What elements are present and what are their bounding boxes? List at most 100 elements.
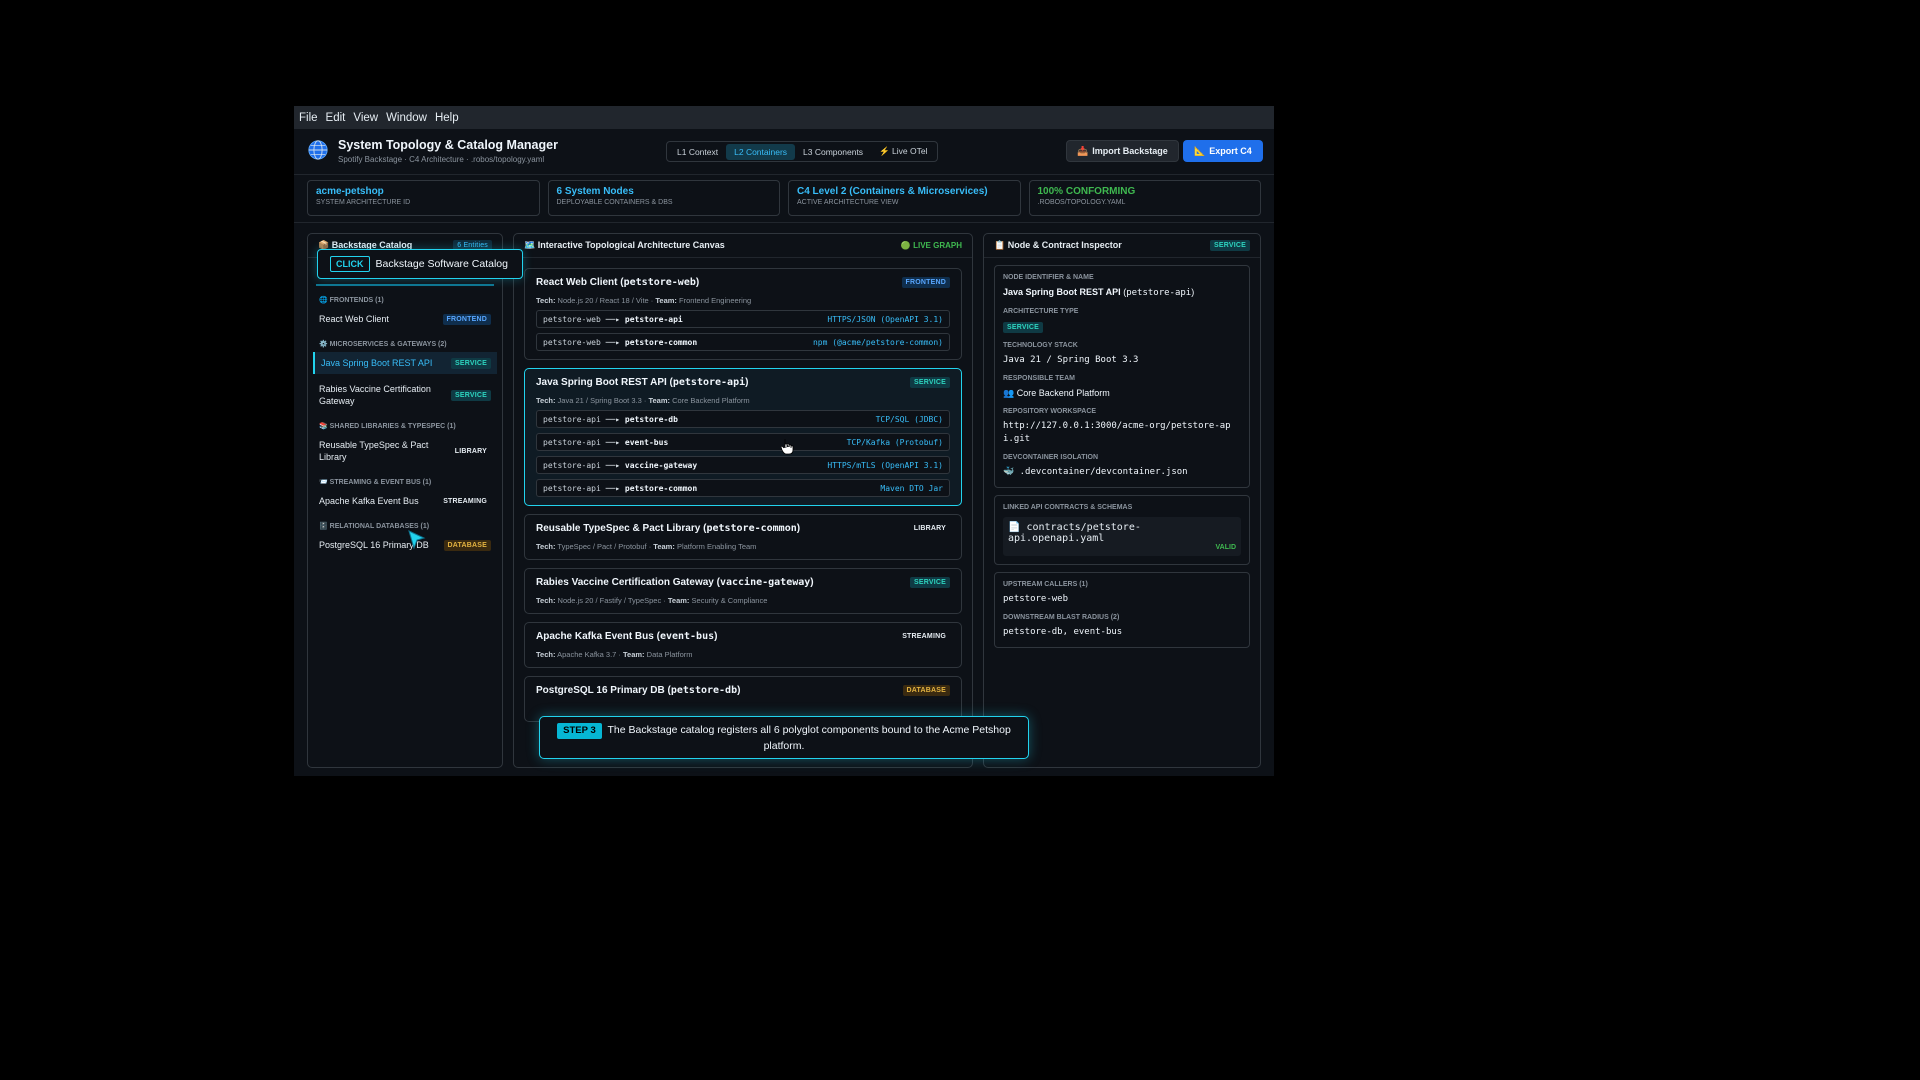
downstream-value: petstore-db, event-bus [1003, 627, 1123, 637]
node-badge: DATABASE [902, 685, 950, 696]
team-value: Core Backend Platform [672, 396, 750, 405]
node-title: Rabies Vaccine Certification Gateway (va… [536, 577, 814, 588]
tech-value: Node.js 20 / Fastify / TypeSpec [557, 596, 662, 605]
menu-file[interactable]: File [299, 112, 318, 124]
team-value: Data Platform [646, 650, 693, 659]
app-header: System Topology & Catalog Manager Spotif… [294, 129, 1274, 174]
catalog-item-spring-boot-api[interactable]: Java Spring Boot REST API SERVICE [313, 352, 497, 374]
node-card-petstore-web[interactable]: React Web Client (petstore-web) FRONTEND… [524, 268, 962, 360]
edge-target: petstore-common [624, 337, 698, 347]
edge-row[interactable]: petstore-web ──▸ petstore-api HTTPS/JSON … [536, 310, 950, 328]
export-label: Export C4 [1209, 146, 1252, 156]
edge-target: event-bus [624, 437, 669, 447]
menu-bar: File Edit View Window Help [294, 106, 1274, 129]
contract-item[interactable]: 📄 contracts/petstore-api.openapi.yaml VA… [1003, 517, 1241, 556]
click-tag: CLICK [330, 256, 370, 272]
edge-row[interactable]: petstore-api ──▸ vaccine-gateway HTTPS/mT… [536, 456, 950, 474]
group-libraries: 📚 SHARED LIBRARIES & TYPESPEC (1) [319, 423, 456, 430]
tech-stack-label: Technology Stack [1003, 342, 1078, 349]
export-c4-button[interactable]: 📐 Export C4 [1183, 140, 1263, 162]
step-caption: STEP 3 The Backstage catalog registers a… [539, 716, 1029, 759]
node-card-vaccine-gateway[interactable]: Rabies Vaccine Certification Gateway (va… [524, 568, 962, 614]
arrow-icon: ──▸ [605, 314, 621, 324]
arch-type-label: Architecture Type [1003, 308, 1079, 315]
edge-source: petstore-web [543, 314, 601, 324]
devcontainer-value: 🐳 .devcontainer/devcontainer.json [1003, 467, 1188, 477]
node-tech: Tech: Apache Kafka 3.7 · Team: Data Plat… [536, 650, 693, 659]
edge-protocol: npm (@acme/petstore-common) [812, 337, 943, 347]
edge-protocol: Maven DTO Jar [880, 483, 943, 493]
header-divider [294, 174, 1274, 175]
globe-icon [308, 140, 328, 160]
arrow-icon: ──▸ [605, 437, 621, 447]
edge-source: petstore-api [543, 414, 601, 424]
tech-value: Java 21 / Spring Boot 3.3 [557, 396, 642, 405]
node-id: petstore-common [706, 523, 797, 534]
arrow-icon: ──▸ [605, 483, 621, 493]
menu-view[interactable]: View [353, 112, 378, 124]
item-name: React Web Client [319, 314, 389, 324]
catalog-item-postgresql[interactable]: PostgreSQL 16 Primary DB DATABASE [308, 534, 502, 556]
app-title: System Topology & Catalog Manager [338, 138, 558, 152]
inspector-type-badge: SERVICE [1209, 240, 1250, 251]
item-name: Reusable TypeSpec & Pact Library [319, 440, 429, 462]
item-name: Java Spring Boot REST API [321, 358, 433, 368]
edge-target: petstore-db [624, 414, 678, 424]
catalog-item-kafka-event-bus[interactable]: Apache Kafka Event Bus STREAMING [308, 490, 502, 512]
node-name-label: Node Identifier & Name [1003, 274, 1094, 281]
node-name-value: Java Spring Boot REST API (petstore-api) [1003, 287, 1195, 298]
stats-bar: acme-petshop System Architecture ID 6 Sy… [307, 180, 1261, 216]
item-badge: LIBRARY [454, 447, 487, 455]
inspector-header: 📋 Node & Contract Inspector SERVICE [984, 234, 1260, 258]
node-card-petstore-api[interactable]: Java Spring Boot REST API (petstore-api)… [524, 368, 962, 506]
team-value: Security & Compliance [691, 596, 768, 605]
catalog-item-typespec-library[interactable]: Reusable TypeSpec & Pact Library LIBRARY [308, 434, 502, 468]
stat-label: Active Architecture View [797, 199, 899, 206]
menu-window[interactable]: Window [386, 112, 427, 124]
team-label: Responsible Team [1003, 375, 1075, 382]
contracts-section: Linked API Contracts & Schemas 📄 contrac… [994, 495, 1250, 565]
node-badge: LIBRARY [913, 525, 946, 532]
catalog-item-vaccine-gateway[interactable]: Rabies Vaccine Certification Gateway SER… [308, 378, 502, 412]
import-label: Import Backstage [1092, 146, 1168, 156]
stat-value: 100% CONFORMING [1037, 186, 1136, 197]
repo-label: Repository Workspace [1003, 408, 1097, 415]
topology-canvas: 🗺️ Interactive Topological Architecture … [513, 233, 973, 768]
tab-live-otel[interactable]: ⚡ Live OTel [871, 143, 935, 160]
edge-source: petstore-api [543, 437, 601, 447]
edge-row[interactable]: petstore-api ──▸ petstore-db TCP/SQL (JDB… [536, 410, 950, 428]
node-title: React Web Client (petstore-web) [536, 277, 700, 288]
upstream-label: Upstream Callers (1) [1003, 581, 1088, 588]
menu-edit[interactable]: Edit [326, 112, 346, 124]
tab-l2-containers[interactable]: L2 Containers [726, 143, 796, 160]
edge-row[interactable]: petstore-api ──▸ petstore-common Maven DT… [536, 479, 950, 497]
tab-l1-context[interactable]: L1 Context [669, 144, 726, 160]
tab-l3-components[interactable]: L3 Components [795, 144, 871, 160]
group-frontends: 🌐 FRONTENDS (1) [319, 297, 384, 304]
repo-link[interactable]: http://127.0.0.1:3000/acme-org/petstore-… [1003, 420, 1241, 446]
item-badge: SERVICE [450, 389, 491, 401]
menu-help[interactable]: Help [435, 112, 459, 124]
node-badge: SERVICE [909, 577, 950, 588]
edge-row[interactable]: petstore-api ──▸ event-bus TCP/Kafka (Pro… [536, 433, 950, 451]
node-id: petstore-api [672, 377, 746, 388]
stat-system-id: acme-petshop System Architecture ID [307, 180, 540, 216]
edge-row[interactable]: petstore-web ──▸ petstore-common npm (@ac… [536, 333, 950, 351]
stat-label: System Architecture ID [316, 199, 411, 206]
stats-divider [294, 222, 1274, 223]
hand-cursor-icon [781, 439, 794, 455]
node-id: petstore-web [623, 277, 696, 288]
arch-badge: SERVICE [1003, 322, 1044, 333]
catalog-panel: 📦 Backstage Catalog 6 Entities 🌐 FRONTEN… [307, 233, 503, 768]
canvas-title: 🗺️ Interactive Topological Architecture … [524, 240, 725, 250]
node-card-event-bus[interactable]: Apache Kafka Event Bus (event-bus) STREA… [524, 622, 962, 668]
node-title: Apache Kafka Event Bus (event-bus) [536, 631, 718, 642]
catalog-item-react-web-client[interactable]: React Web Client FRONTEND [308, 308, 502, 330]
canvas-header: 🗺️ Interactive Topological Architecture … [514, 234, 972, 258]
edge-source: petstore-web [543, 337, 601, 347]
edge-source: petstore-api [543, 483, 601, 493]
node-card-petstore-common[interactable]: Reusable TypeSpec & Pact Library (petsto… [524, 514, 962, 560]
node-tech: Tech: Java 21 / Spring Boot 3.3 · Team: … [536, 396, 750, 405]
import-backstage-button[interactable]: 📥 Import Backstage [1066, 140, 1179, 162]
team-value: Frontend Engineering [679, 296, 752, 305]
